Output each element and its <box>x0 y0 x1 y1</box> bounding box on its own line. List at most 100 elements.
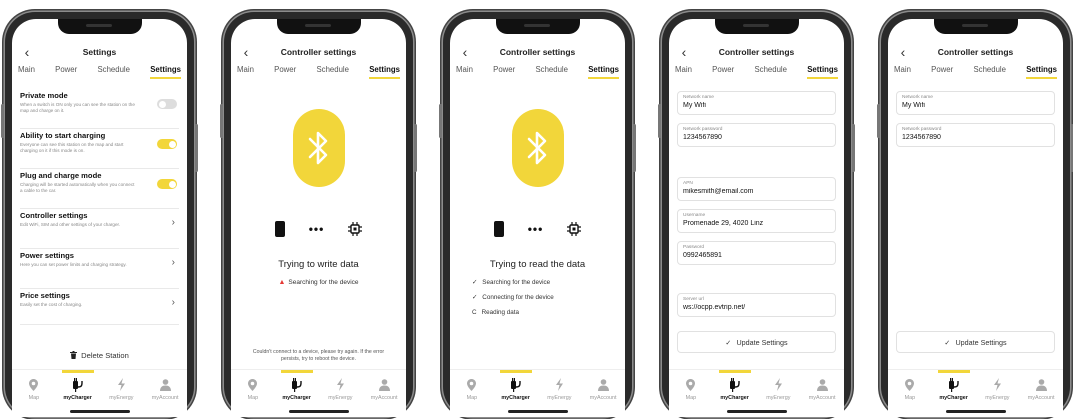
row-desc: When a switch is ON only you can see the… <box>20 102 135 113</box>
notch <box>933 19 1018 34</box>
delete-station-button[interactable]: Delete Station <box>12 351 187 360</box>
nav-map[interactable]: Map <box>450 370 494 417</box>
field-label: Network password <box>902 127 942 132</box>
back-arrow-icon[interactable]: ‹ <box>458 43 472 61</box>
tab-settings[interactable]: Settings <box>807 65 838 81</box>
notch <box>495 19 580 34</box>
network-password-field[interactable]: Network password 1234567890 <box>896 123 1055 147</box>
field-value: Promenade 29, 4020 Linz <box>683 220 764 227</box>
tab-schedule[interactable]: Schedule <box>973 65 1006 81</box>
row-desc: Edit WiFi, SIM and other settings of you… <box>20 222 121 227</box>
tab-power[interactable]: Power <box>931 65 953 81</box>
tab-bar: Main Power Schedule Settings <box>894 65 1057 81</box>
user-icon <box>159 377 171 392</box>
nav-label: myEnergy <box>985 395 1010 401</box>
home-indicator <box>726 410 787 413</box>
notch <box>57 19 142 34</box>
nav-myaccount[interactable]: myAccount <box>143 370 187 417</box>
row-title: Plug and charge mode <box>20 171 102 180</box>
back-arrow-icon[interactable]: ‹ <box>239 43 253 61</box>
nav-label: myCharger <box>720 395 749 401</box>
tab-main[interactable]: Main <box>894 65 911 81</box>
device-link: ••• <box>450 221 625 237</box>
device-link: ••• <box>231 221 406 237</box>
connection-panel: ••• Trying to write data ▲ Searching for … <box>231 85 406 365</box>
network-password-field[interactable]: Network password 1234567890 <box>677 123 836 147</box>
phone-write-data: ‹ Controller settings Main Power Schedul… <box>220 12 417 417</box>
nav-myaccount[interactable]: myAccount <box>1019 370 1063 417</box>
tab-schedule[interactable]: Schedule <box>316 65 349 81</box>
start-charging-toggle[interactable] <box>157 139 177 149</box>
network-name-field[interactable]: Network name My Wifi <box>896 91 1055 115</box>
status-title: Trying to read the data <box>489 259 586 270</box>
nav-label: myCharger <box>939 395 968 401</box>
nav-label: myCharger <box>282 395 311 401</box>
row-title: Controller settings <box>20 211 88 220</box>
private-mode-toggle[interactable] <box>157 99 177 109</box>
nav-map[interactable]: Map <box>12 370 56 417</box>
tab-power[interactable]: Power <box>712 65 734 81</box>
network-name-field[interactable]: Network name My Wifi <box>677 91 836 115</box>
nav-map[interactable]: Map <box>669 370 713 417</box>
check-icon: ✓ <box>472 279 478 286</box>
tab-settings[interactable]: Settings <box>588 65 619 81</box>
connection-panel: ••• Trying to read the data ✓ Searching f… <box>450 85 625 365</box>
page-title: Controller settings <box>280 47 357 57</box>
nav-label: Map <box>247 395 259 401</box>
tab-power[interactable]: Power <box>493 65 515 81</box>
nav-myaccount[interactable]: myAccount <box>800 370 844 417</box>
chip-icon <box>348 222 363 236</box>
tab-main[interactable]: Main <box>675 65 692 81</box>
username-field[interactable]: Username Promenade 29, 4020 Linz <box>677 209 836 233</box>
nav-map[interactable]: Map <box>888 370 932 417</box>
home-indicator <box>507 410 568 413</box>
header: ‹ Controller settings <box>888 43 1063 61</box>
password-field[interactable]: Password 0992465891 <box>677 241 836 265</box>
nav-label: myCharger <box>63 395 92 401</box>
nav-label: myEnergy <box>547 395 572 401</box>
screen: ‹ Controller settings Main Power Schedul… <box>450 19 625 417</box>
back-arrow-icon[interactable]: ‹ <box>896 43 910 61</box>
tab-bar: Main Power Schedule Settings <box>237 65 400 81</box>
nav-label: Map <box>685 395 697 401</box>
row-price-settings[interactable]: Price settings Easily set the cost of ch… <box>20 291 179 325</box>
map-pin-icon <box>905 377 915 392</box>
dots-icon: ••• <box>308 222 325 236</box>
header: ‹ Controller settings <box>231 43 406 61</box>
charger-plug-icon <box>291 377 303 392</box>
apn-field[interactable]: APN mikesmith@email.com <box>677 177 836 201</box>
nav-myaccount[interactable]: myAccount <box>581 370 625 417</box>
update-settings-button[interactable]: ✓ Update Settings <box>677 331 836 353</box>
nav-map[interactable]: Map <box>231 370 275 417</box>
bluetooth-icon <box>511 109 564 187</box>
charger-plug-icon <box>72 377 84 392</box>
tab-main[interactable]: Main <box>18 65 35 81</box>
tab-schedule[interactable]: Schedule <box>754 65 787 81</box>
page-title: Controller settings <box>718 47 795 57</box>
bluetooth-icon <box>292 109 345 187</box>
tab-main[interactable]: Main <box>456 65 473 81</box>
tab-main[interactable]: Main <box>237 65 254 81</box>
server-url-field[interactable]: Server url ws://ocpp.evtrip.net/ <box>677 293 836 317</box>
nav-myaccount[interactable]: myAccount <box>362 370 406 417</box>
plug-and-charge-toggle[interactable] <box>157 179 177 189</box>
home-indicator <box>945 410 1006 413</box>
row-title: Price settings <box>20 291 70 300</box>
back-arrow-icon[interactable]: ‹ <box>20 43 34 61</box>
phone-read-data: ‹ Controller settings Main Power Schedul… <box>439 12 636 417</box>
tab-power[interactable]: Power <box>274 65 296 81</box>
charger-plug-icon <box>948 377 960 392</box>
step-item: ✓ Connecting for the device <box>472 290 619 305</box>
tab-bar: Main Power Schedule Settings <box>18 65 181 81</box>
tab-schedule[interactable]: Schedule <box>97 65 130 81</box>
update-settings-button[interactable]: ✓ Update Settings <box>896 331 1055 353</box>
tab-schedule[interactable]: Schedule <box>535 65 568 81</box>
tab-settings[interactable]: Settings <box>1026 65 1057 81</box>
row-controller-settings[interactable]: Controller settings Edit WiFi, SIM and o… <box>20 211 179 249</box>
back-arrow-icon[interactable]: ‹ <box>677 43 691 61</box>
tab-power[interactable]: Power <box>55 65 77 81</box>
home-indicator <box>69 410 130 413</box>
tab-settings[interactable]: Settings <box>150 65 181 81</box>
row-power-settings[interactable]: Power settings Here you can set power li… <box>20 251 179 289</box>
tab-settings[interactable]: Settings <box>369 65 400 81</box>
